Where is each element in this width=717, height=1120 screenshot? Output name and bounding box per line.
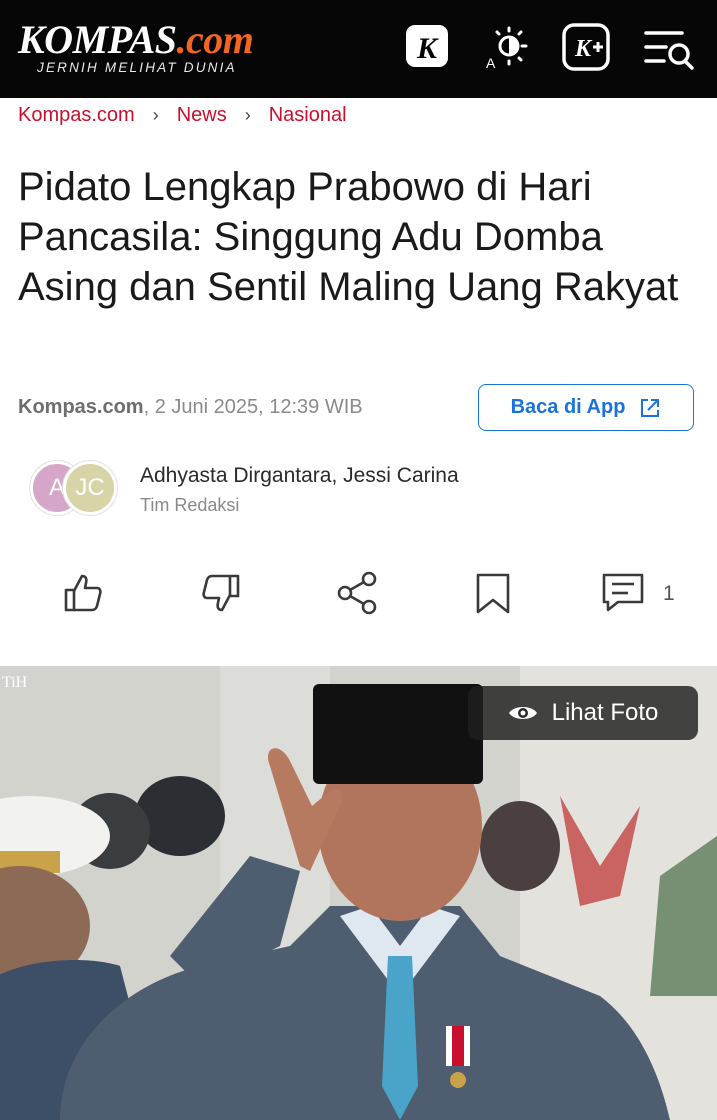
- article-meta: Kompas.com, 2 Juni 2025, 12:39 WIB: [18, 396, 363, 419]
- svg-text:A: A: [486, 55, 496, 71]
- k-icon[interactable]: K: [402, 22, 452, 72]
- share-icon[interactable]: [334, 570, 380, 616]
- external-link-icon: [641, 398, 660, 417]
- dislike-icon[interactable]: [198, 570, 244, 616]
- avatar[interactable]: JC: [63, 461, 117, 515]
- svg-text:K: K: [416, 32, 439, 65]
- breadcrumb: Kompas.com › News › Nasional: [18, 104, 347, 127]
- breadcrumb-nasional[interactable]: Nasional: [269, 104, 347, 126]
- bookmark-icon[interactable]: [470, 570, 516, 616]
- breadcrumb-news[interactable]: News: [177, 104, 227, 126]
- eye-icon: [508, 707, 537, 719]
- svg-text:K: K: [574, 36, 593, 62]
- view-photo-label: Lihat Foto: [551, 699, 659, 726]
- comment-count[interactable]: 1: [663, 582, 675, 606]
- menu-search-icon[interactable]: [642, 22, 694, 72]
- top-bar: KOMPAS.com JERNIH MELIHAT DUNIA K A K: [0, 0, 717, 98]
- breadcrumb-separator: ›: [244, 105, 251, 125]
- kompas-logo[interactable]: KOMPAS.com JERNIH MELIHAT DUNIA: [18, 17, 254, 76]
- article-datetime: , 2 Juni 2025, 12:39 WIB: [143, 396, 363, 418]
- author-names[interactable]: Adhyasta Dirgantara, Jessi Carina: [140, 464, 459, 488]
- read-in-app-label: Baca di App: [510, 396, 626, 418]
- theme-toggle-icon[interactable]: A: [482, 22, 532, 72]
- article-photo[interactable]: TiH Lihat Foto: [0, 666, 717, 1120]
- like-icon[interactable]: [60, 570, 106, 616]
- article-title: Pidato Lengkap Prabowo di Hari Pancasila…: [18, 165, 679, 309]
- comment-icon[interactable]: [600, 570, 646, 616]
- kplus-icon[interactable]: K: [561, 22, 611, 72]
- author-team: Tim Redaksi: [140, 495, 240, 515]
- logo-tagline: JERNIH MELIHAT DUNIA: [37, 60, 237, 75]
- photo-watermark: TiH: [2, 674, 28, 691]
- read-in-app-button[interactable]: Baca di App: [478, 384, 694, 431]
- breadcrumb-home[interactable]: Kompas.com: [18, 104, 135, 126]
- logo-wordmark: KOMPAS.com: [18, 17, 254, 62]
- article-source[interactable]: Kompas.com: [18, 396, 144, 418]
- breadcrumb-separator: ›: [152, 105, 159, 125]
- view-photo-button[interactable]: Lihat Foto: [468, 686, 698, 740]
